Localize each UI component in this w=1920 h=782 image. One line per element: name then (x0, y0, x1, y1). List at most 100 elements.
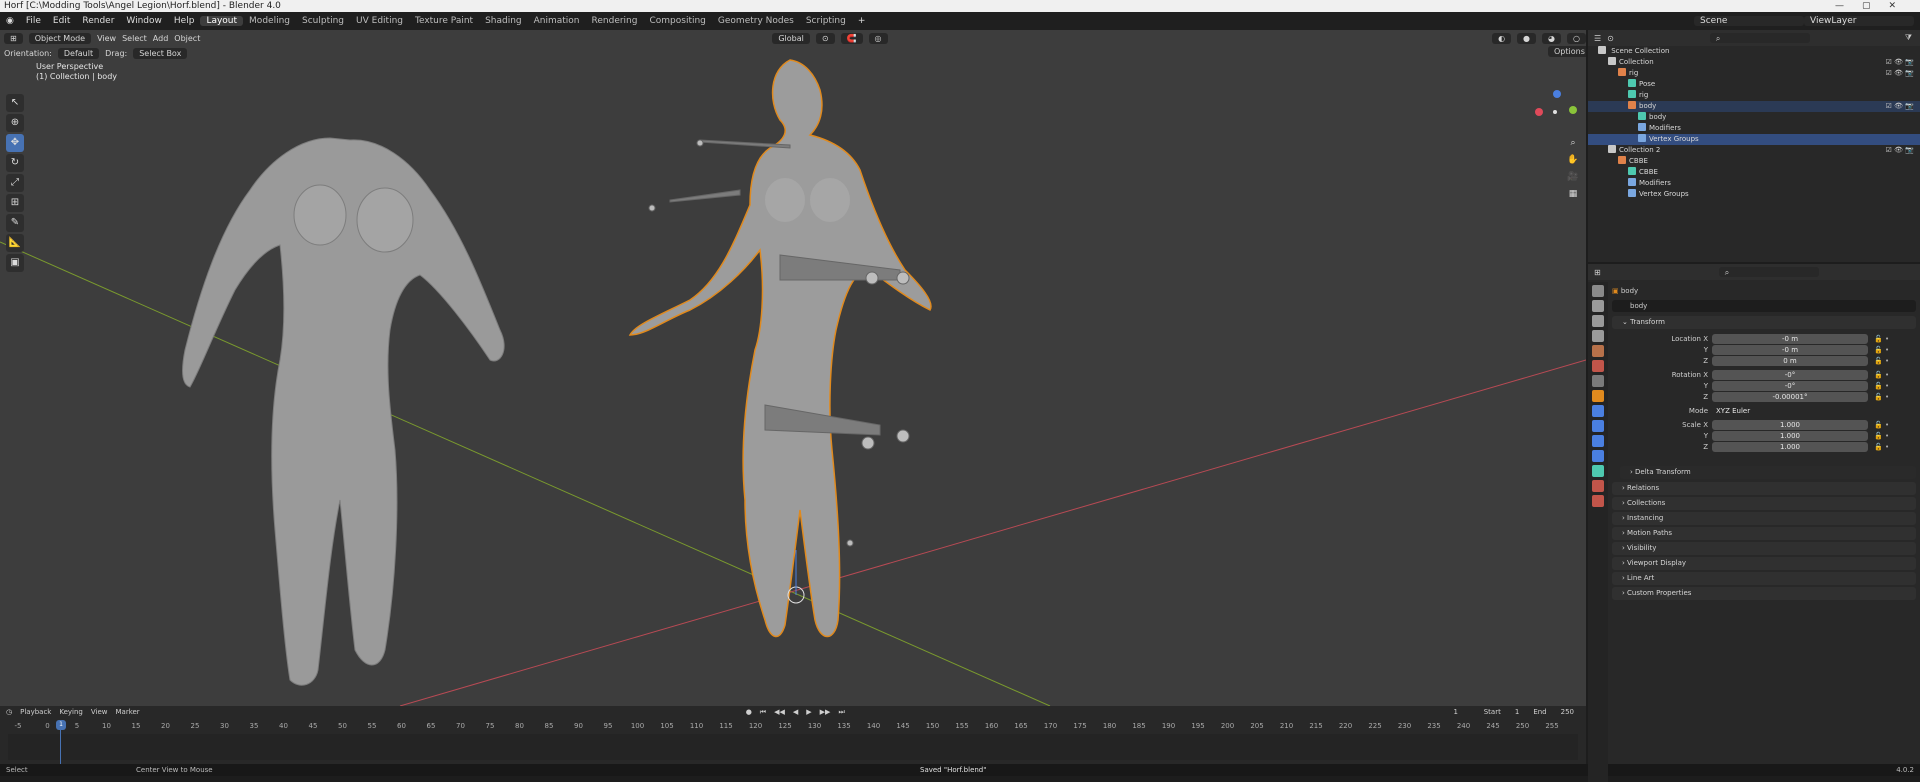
play-icon[interactable]: ▶ (806, 708, 811, 716)
orientation-dropdown[interactable]: Default (57, 47, 100, 59)
tab-modeling[interactable]: Modeling (243, 16, 296, 26)
tab-sculpting[interactable]: Sculpting (296, 16, 350, 26)
property-value-field[interactable]: -0 m (1712, 345, 1868, 355)
world-tab-icon[interactable] (1592, 360, 1604, 372)
collapsed-panel[interactable]: › Custom Properties (1612, 587, 1916, 600)
menu-view[interactable]: View (97, 34, 116, 43)
lock-keyframe-icon[interactable]: 🔓 • (1874, 345, 1889, 355)
proportional-icon[interactable]: ◎ (868, 32, 888, 44)
timeline-menu-keying[interactable]: Keying (59, 708, 83, 716)
tab-scripting[interactable]: Scripting (800, 16, 852, 26)
collapsed-panel[interactable]: › Collections (1612, 497, 1916, 510)
tab-rendering[interactable]: Rendering (586, 16, 644, 26)
particles-tab-icon[interactable] (1592, 420, 1604, 432)
overlays-icon[interactable]: ◐ (1492, 32, 1512, 44)
menu-render[interactable]: Render (76, 16, 120, 26)
menu-edit[interactable]: Edit (47, 16, 76, 26)
collapsed-panel[interactable]: › Visibility (1612, 542, 1916, 555)
visibility-toggle-icon[interactable]: ☑ 👁 📷 (1886, 101, 1914, 112)
collapsed-panel[interactable]: › Motion Paths (1612, 527, 1916, 540)
end-frame-field[interactable]: 250 (1554, 707, 1580, 717)
render-tab-icon[interactable] (1592, 300, 1604, 312)
shading-solid-icon[interactable]: ● (1517, 32, 1537, 44)
jump-end-icon[interactable]: ⏭ (838, 708, 844, 717)
move-tool-icon[interactable]: ✥ (6, 134, 24, 152)
collapsed-panel[interactable]: › Viewport Display (1612, 557, 1916, 570)
measure-tool-icon[interactable]: 📐 (6, 234, 24, 252)
property-value-field[interactable]: 1.000 (1712, 420, 1868, 430)
properties-editor-icon[interactable]: ⊞ (1594, 268, 1601, 277)
scene-collection-row[interactable]: Scene Collection (1588, 46, 1920, 57)
menu-file[interactable]: File (20, 16, 47, 26)
playhead[interactable]: 1 (56, 720, 66, 730)
collapsed-panel[interactable]: › Line Art (1612, 572, 1916, 585)
tab-shading[interactable]: Shading (479, 16, 528, 26)
property-value-field[interactable]: -0° (1712, 370, 1868, 380)
lock-keyframe-icon[interactable]: 🔓 • (1874, 420, 1889, 430)
object-name-field[interactable]: body (1612, 300, 1916, 312)
tab-uv-editing[interactable]: UV Editing (350, 16, 409, 26)
transform-tool-icon[interactable]: ⊞ (6, 194, 24, 212)
zoom-icon[interactable]: ⌕ (1566, 138, 1580, 152)
property-value-field[interactable]: 0 m (1712, 356, 1868, 366)
data-tab-icon[interactable] (1592, 465, 1604, 477)
window-controls[interactable]: —▢✕ (1835, 0, 1914, 12)
record-icon[interactable]: ● (746, 708, 752, 716)
visibility-toggle-icon[interactable]: ☑ 👁 📷 (1886, 68, 1914, 79)
jump-start-icon[interactable]: ⏮ (760, 708, 766, 717)
add-cube-tool-icon[interactable]: ▣ (6, 254, 24, 272)
rotate-tool-icon[interactable]: ↻ (6, 154, 24, 172)
gizmo-x-icon[interactable] (1535, 108, 1543, 116)
property-value-field[interactable]: XYZ Euler (1712, 406, 1868, 416)
grid-icon[interactable]: ▦ (1566, 189, 1580, 203)
filter-icon[interactable]: ⧩ (1905, 33, 1912, 43)
outliner-row[interactable]: Collection 2 ☑ 👁 📷 (1588, 145, 1920, 156)
timeline-editor[interactable]: ◷ Playback Keying View Marker ● ⏮ ◀◀ ◀ ▶… (0, 706, 1586, 766)
outliner[interactable]: ☰ ⊙ ⌕ ⧩ Scene Collection Collection ☑ 👁 📷… (1588, 30, 1920, 262)
physics-tab-icon[interactable] (1592, 435, 1604, 447)
viewlayer-selector[interactable]: ViewLayer (1804, 16, 1914, 26)
visibility-toggle-icon[interactable]: ☑ 👁 📷 (1886, 145, 1914, 156)
menu-object[interactable]: Object (174, 34, 200, 43)
lock-keyframe-icon[interactable]: 🔓 • (1874, 356, 1889, 366)
scene-tab-icon[interactable] (1592, 345, 1604, 357)
timeline-menu-marker[interactable]: Marker (115, 708, 139, 716)
scene-selector[interactable]: Scene (1694, 16, 1804, 26)
display-mode-icon[interactable]: ⊙ (1607, 34, 1614, 43)
annotate-tool-icon[interactable]: ✎ (6, 214, 24, 232)
output-tab-icon[interactable] (1592, 315, 1604, 327)
timeline-menu-view[interactable]: View (91, 708, 108, 716)
delta-transform-panel[interactable]: › Delta Transform (1620, 466, 1916, 479)
lock-keyframe-icon[interactable]: 🔓 • (1874, 431, 1889, 441)
gizmo-y-icon[interactable] (1569, 106, 1577, 114)
prev-key-icon[interactable]: ◀◀ (774, 708, 785, 716)
material-tab-icon[interactable] (1592, 480, 1604, 492)
property-value-field[interactable]: -0° (1712, 381, 1868, 391)
camera-icon[interactable]: 🎥 (1566, 172, 1580, 186)
property-value-field[interactable]: -0.00001° (1712, 392, 1868, 402)
outliner-row[interactable]: rig (1588, 90, 1920, 101)
collapsed-panel[interactable]: › Instancing (1612, 512, 1916, 525)
scale-tool-icon[interactable]: ⤢ (6, 174, 24, 192)
constraints-tab-icon[interactable] (1592, 450, 1604, 462)
properties-editor[interactable]: ⊞ ⌕ ▣ body body ⌄ Transform Location X -0… (1588, 264, 1920, 782)
outliner-search-input[interactable]: ⌕ (1709, 33, 1810, 43)
outliner-row[interactable]: Vertex Groups (1588, 189, 1920, 200)
cursor-tool-icon[interactable]: ⊕ (6, 114, 24, 132)
outliner-row[interactable]: CBBE (1588, 156, 1920, 167)
next-key-icon[interactable]: ▶▶ (820, 708, 831, 716)
tab-geometry-nodes[interactable]: Geometry Nodes (712, 16, 800, 26)
texture-tab-icon[interactable] (1592, 495, 1604, 507)
frame-ruler[interactable]: -5 0 5 10 15 20 25 30 35 40 45 50 55 60 65 70 75 80 85 90 95… (8, 722, 1586, 732)
tab-layout[interactable]: Layout (200, 16, 244, 26)
property-value-field[interactable]: 1.000 (1712, 431, 1868, 441)
properties-search-input[interactable]: ⌕ (1718, 267, 1819, 277)
outliner-row[interactable]: rig ☑ 👁 📷 (1588, 68, 1920, 79)
menu-help[interactable]: Help (168, 16, 201, 26)
transform-orientation-selector[interactable]: Global (772, 32, 810, 44)
options-dropdown[interactable]: Options (1548, 46, 1586, 57)
timeline-editor-icon[interactable]: ◷ (6, 708, 12, 716)
pivot-icon[interactable]: ⊙ (815, 32, 835, 44)
view-layer-tab-icon[interactable] (1592, 330, 1604, 342)
visibility-toggle-icon[interactable]: ☑ 👁 📷 (1886, 57, 1914, 68)
